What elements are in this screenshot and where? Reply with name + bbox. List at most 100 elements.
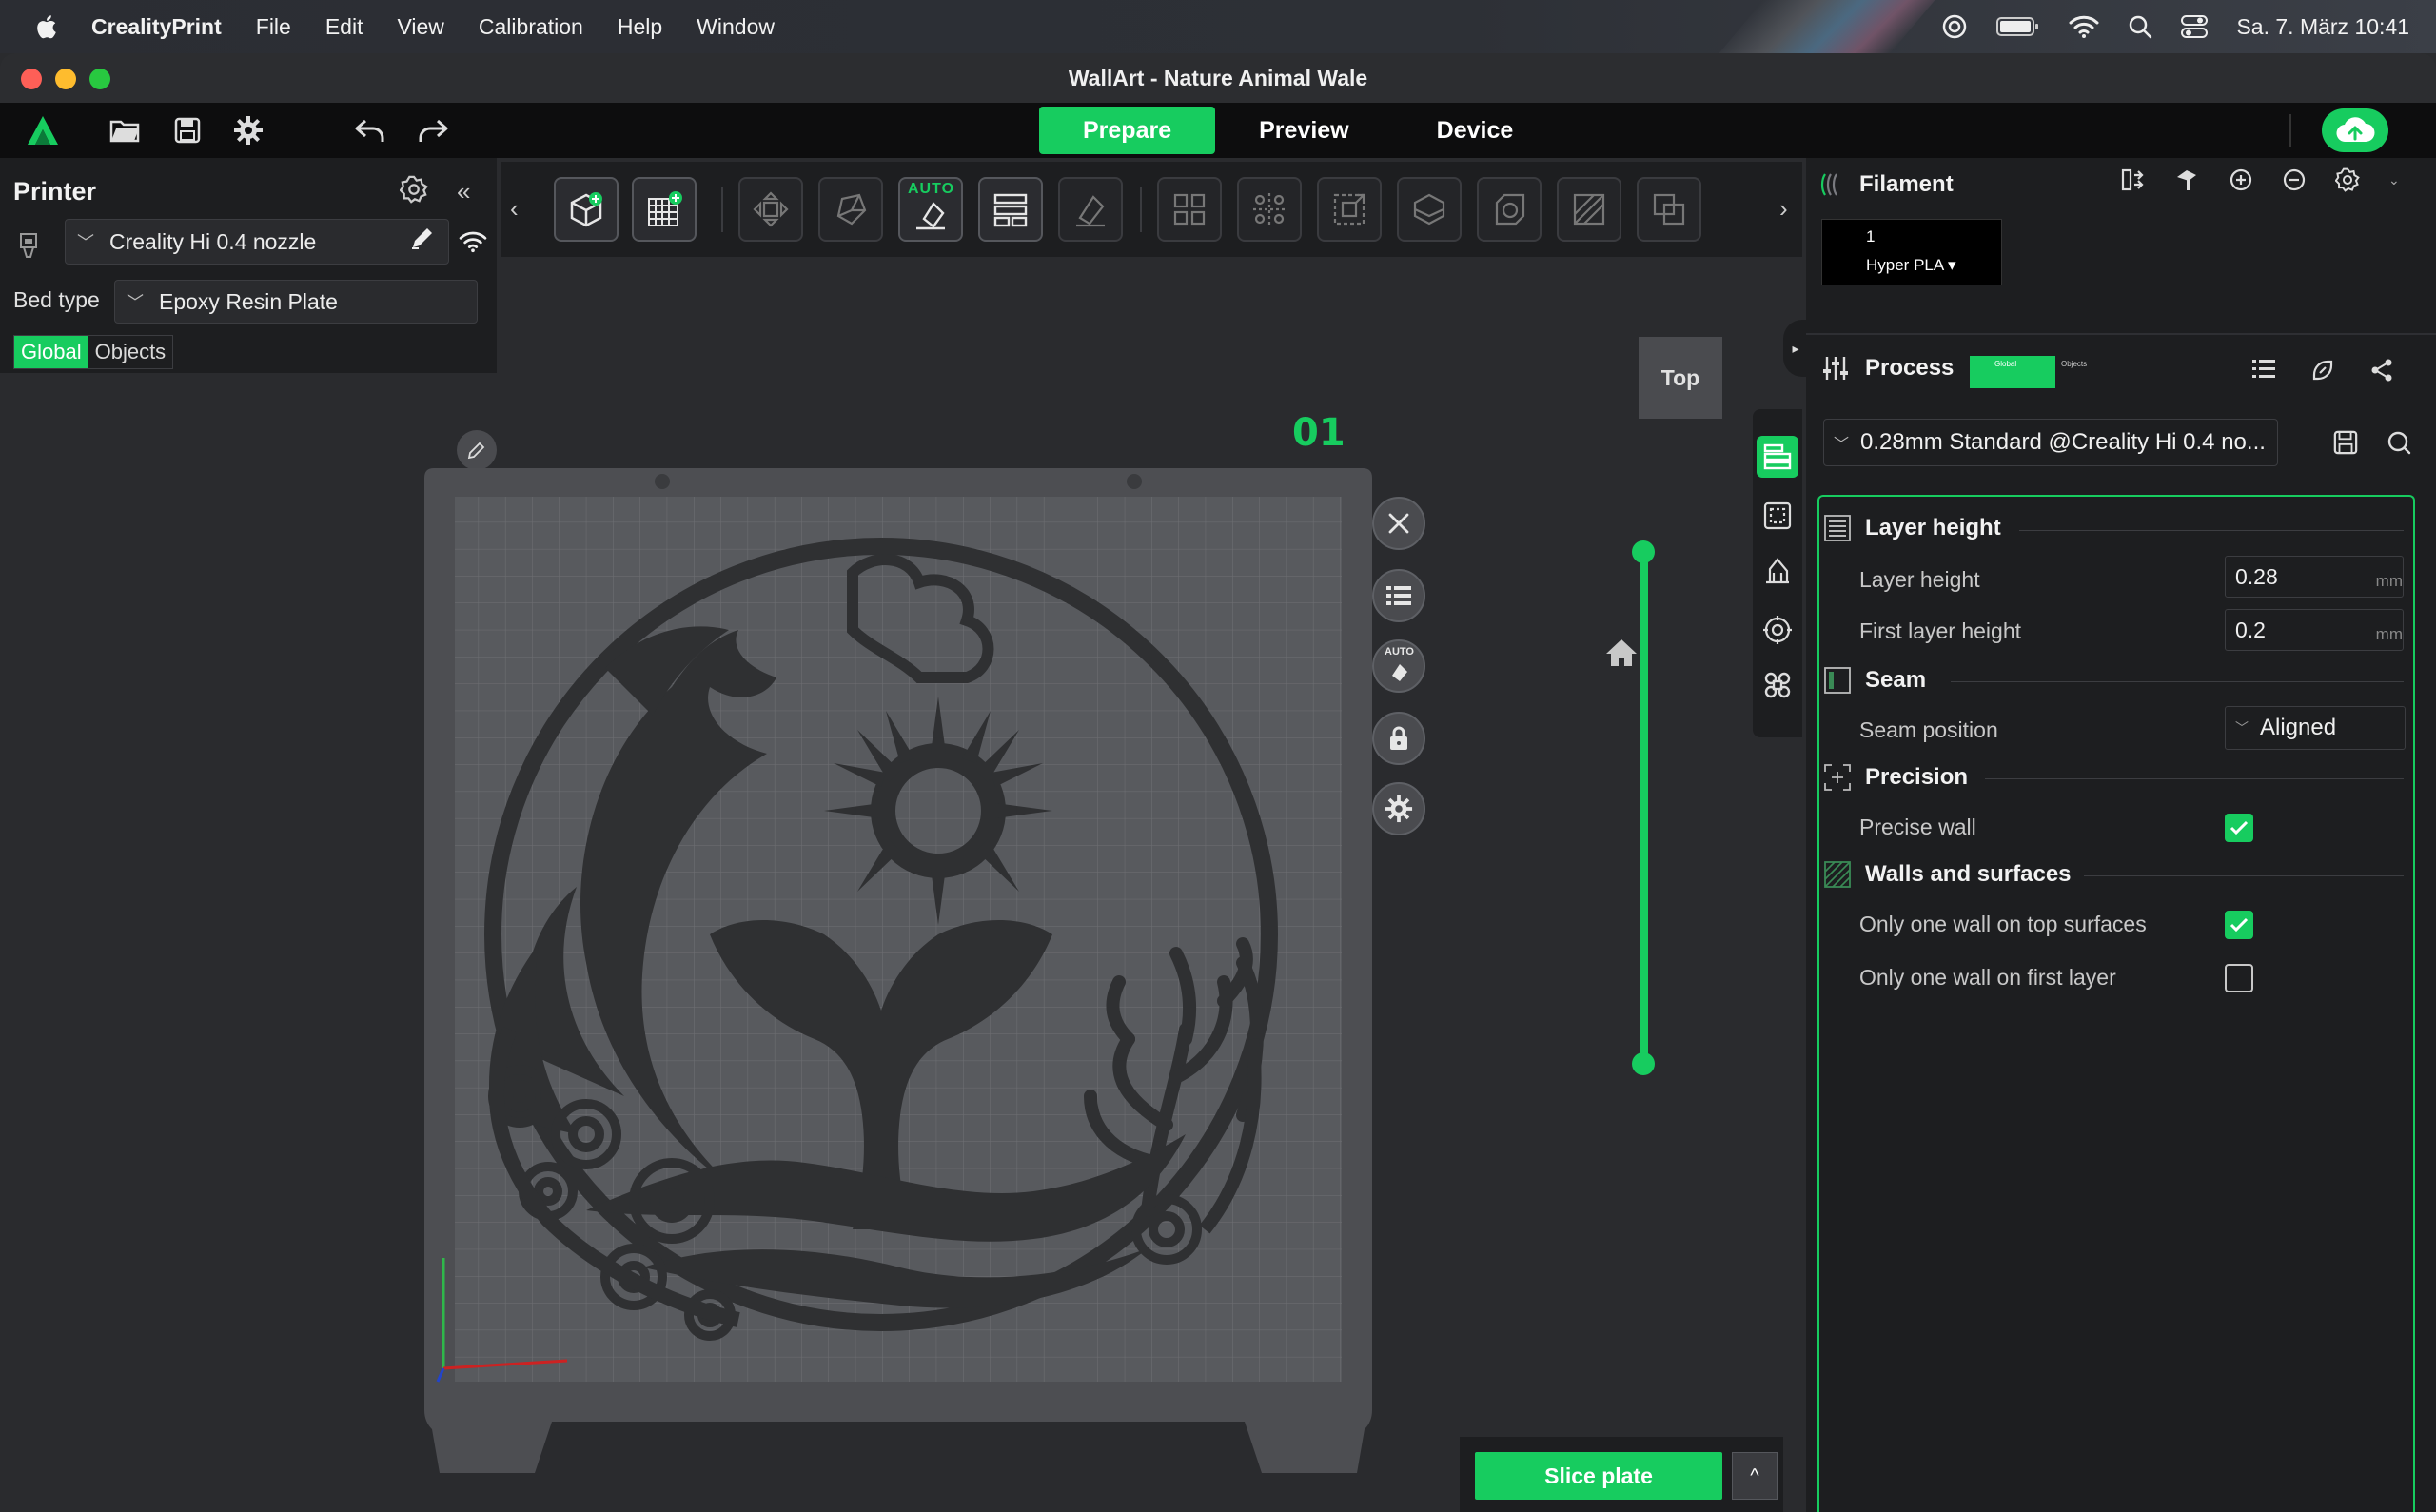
support-view-button[interactable]	[1757, 550, 1798, 592]
printer-wifi-icon[interactable]	[459, 230, 487, 258]
one-wall-top-checkbox[interactable]	[2225, 911, 2253, 939]
assembly-view-button[interactable]	[1757, 664, 1798, 706]
menu-view[interactable]: View	[397, 14, 443, 40]
orient-button[interactable]	[818, 177, 883, 242]
tab-objects[interactable]: Objects	[88, 336, 173, 368]
share-preset-icon[interactable]	[2369, 358, 2394, 383]
scale-button[interactable]	[1317, 177, 1382, 242]
expand-sidebar-icon[interactable]: ▸	[1783, 320, 1808, 377]
add-object-button[interactable]	[554, 177, 619, 242]
auto-lay-flat-button[interactable]: AUTO	[898, 177, 963, 242]
apple-icon[interactable]	[32, 13, 59, 40]
cloud-upload-button[interactable]	[2322, 108, 2388, 152]
slice-options-button[interactable]: ^	[1732, 1452, 1778, 1500]
filament-slot-1[interactable]: 1 Hyper PLA ▾	[1821, 219, 2002, 285]
menu-calibration[interactable]: Calibration	[479, 14, 583, 40]
seam-position-select[interactable]: ﹀ Aligned	[2225, 706, 2406, 750]
save-icon[interactable]	[169, 112, 206, 148]
one-wall-first-checkbox[interactable]	[2225, 964, 2253, 992]
creality-logo-icon[interactable]	[25, 112, 61, 148]
layer-slider-top-handle[interactable]	[1632, 540, 1655, 563]
precise-wall-checkbox[interactable]	[2225, 814, 2253, 842]
first-layer-height-input[interactable]: 0.2 mm	[2225, 609, 2404, 651]
focus-icon[interactable]	[1941, 13, 1968, 40]
section-precision[interactable]: Precision	[1823, 763, 1968, 792]
printer-select[interactable]: ﹀ Creality Hi 0.4 nozzle	[65, 219, 449, 265]
close-window-button[interactable]	[21, 69, 42, 89]
support-paint-button[interactable]	[1058, 177, 1123, 242]
toolbar-scroll-left-icon[interactable]: ‹	[510, 194, 519, 224]
split-objects-button[interactable]	[1157, 177, 1222, 242]
object-list-view-button[interactable]	[1757, 436, 1798, 478]
boolean-button[interactable]	[1637, 177, 1701, 242]
layer-height-input[interactable]: 0.28 mm	[2225, 556, 2404, 598]
menu-file[interactable]: File	[256, 14, 291, 40]
cut-button[interactable]	[1397, 177, 1462, 242]
menubar-clock[interactable]: Sa. 7. März 10:41	[2236, 14, 2409, 40]
bed-type-select[interactable]: ﹀ Epoxy Resin Plate	[114, 280, 478, 324]
settings-gear-icon[interactable]	[230, 112, 266, 148]
minimize-window-button[interactable]	[55, 69, 76, 89]
lay-flat-icon	[916, 202, 945, 230]
precision-icon	[1824, 764, 1851, 791]
process-preset-select[interactable]: ﹀ 0.28mm Standard @Creality Hi 0.4 no...	[1823, 419, 2278, 466]
tab-prepare[interactable]: Prepare	[1039, 107, 1216, 154]
view-cube-top[interactable]: Top	[1639, 337, 1722, 419]
arrange-button[interactable]	[738, 177, 803, 242]
battery-icon[interactable]	[1996, 15, 2040, 38]
control-center-icon[interactable]	[2181, 14, 2209, 39]
zoom-window-button[interactable]	[89, 69, 110, 89]
sync-filament-icon[interactable]	[2120, 167, 2145, 192]
menu-window[interactable]: Window	[697, 14, 775, 40]
layout-button[interactable]	[978, 177, 1043, 242]
add-filament-icon[interactable]	[2229, 167, 2253, 192]
open-folder-icon[interactable]	[107, 112, 143, 148]
section-seam[interactable]: Seam	[1823, 666, 1926, 695]
build-plate[interactable]	[424, 468, 1372, 1475]
emboss-button[interactable]	[1557, 177, 1621, 242]
hollow-button[interactable]	[1477, 177, 1542, 242]
plate-number[interactable]: 01	[1292, 411, 1346, 455]
section-walls[interactable]: Walls and surfaces	[1823, 860, 2072, 889]
layer-slider-bottom-handle[interactable]	[1632, 1052, 1655, 1075]
chevron-down-icon[interactable]: ⌄	[2388, 172, 2400, 188]
process-toggle-global[interactable]: Global	[1970, 356, 2055, 388]
tab-preview[interactable]: Preview	[1215, 107, 1393, 154]
home-view-icon[interactable]	[1604, 638, 1639, 673]
compare-presets-icon[interactable]	[2310, 358, 2335, 383]
slice-plate-button[interactable]: Slice plate	[1475, 1452, 1722, 1500]
lock-plate-button[interactable]	[1372, 712, 1425, 765]
remove-filament-icon[interactable]	[2282, 167, 2307, 192]
advanced-list-icon[interactable]	[2251, 358, 2276, 381]
filament-brush-icon[interactable]	[2173, 167, 2200, 192]
menu-edit[interactable]: Edit	[325, 14, 363, 40]
edit-printer-icon[interactable]	[409, 225, 436, 256]
split-parts-button[interactable]	[1237, 177, 1302, 242]
add-plate-button[interactable]	[632, 177, 697, 242]
bounding-box-view-button[interactable]	[1757, 495, 1798, 537]
collapse-panel-icon[interactable]: «	[457, 177, 470, 206]
process-scope-toggle[interactable]: Global Objects	[1970, 356, 2093, 388]
filament-settings-icon[interactable]	[2335, 167, 2360, 192]
edit-plate-button[interactable]	[457, 430, 497, 470]
menu-help[interactable]: Help	[618, 14, 662, 40]
wifi-icon[interactable]	[2069, 14, 2099, 39]
app-menu-name[interactable]: CrealityPrint	[91, 14, 222, 40]
auto-orient-plate-button[interactable]: AUTO	[1372, 639, 1425, 693]
search-settings-icon[interactable]	[2387, 430, 2411, 460]
tab-global[interactable]: Global	[14, 336, 88, 368]
layer-range-slider[interactable]	[1640, 542, 1648, 1064]
plate-settings-button[interactable]	[1372, 782, 1425, 835]
printer-settings-icon[interactable]	[399, 175, 428, 208]
close-plate-button[interactable]	[1372, 497, 1425, 550]
spotlight-search-icon[interactable]	[2128, 14, 2152, 39]
toolbar-scroll-right-icon[interactable]: ›	[1779, 194, 1788, 224]
redo-icon[interactable]	[415, 112, 451, 148]
plate-list-button[interactable]	[1372, 569, 1425, 622]
tab-device[interactable]: Device	[1393, 107, 1558, 154]
section-layer-height[interactable]: Layer height	[1823, 514, 2001, 542]
save-preset-icon[interactable]	[2333, 430, 2358, 460]
seam-view-button[interactable]	[1757, 609, 1798, 651]
undo-icon[interactable]	[352, 112, 388, 148]
process-toggle-objects[interactable]: Objects	[2055, 356, 2093, 388]
